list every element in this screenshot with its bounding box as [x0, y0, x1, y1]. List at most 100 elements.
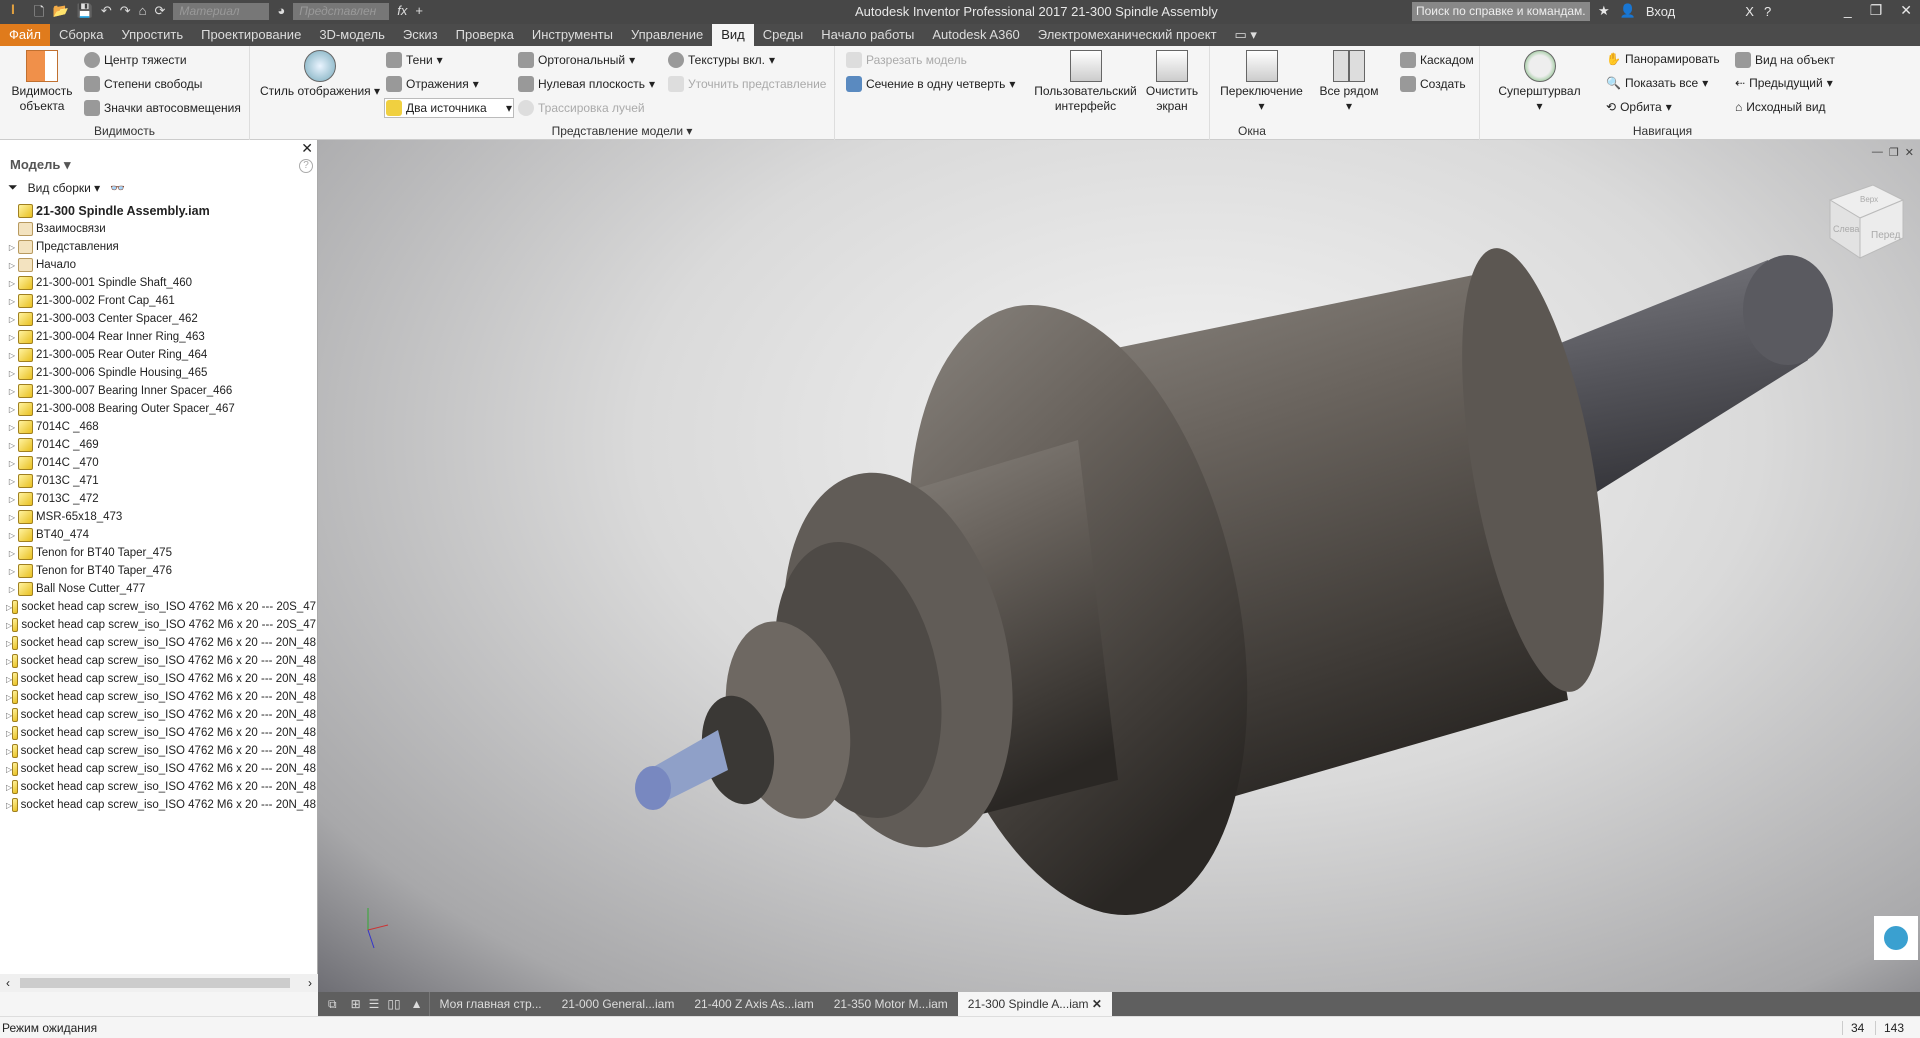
- expand-icon[interactable]: ▷: [6, 459, 18, 468]
- user-interface-button[interactable]: Пользовательский интерфейс: [1033, 46, 1138, 114]
- clean-screen-button[interactable]: Очистить экран: [1142, 46, 1202, 114]
- tree-item[interactable]: ▷ socket head cap screw_iso_ISO 4762 M6 x…: [0, 706, 316, 724]
- quarter-section-button[interactable]: Сечение в одну четверть ▾: [846, 76, 1015, 92]
- tree-item[interactable]: ▷ socket head cap screw_iso_ISO 4762 M6 x…: [0, 796, 316, 814]
- tab-10[interactable]: Среды: [754, 24, 813, 46]
- home-view-button[interactable]: ⌂ Исходный вид: [1735, 100, 1826, 114]
- raytrace-button[interactable]: Трассировка лучей: [518, 100, 645, 116]
- expand-icon[interactable]: ▷: [6, 549, 18, 558]
- help-icon[interactable]: ?: [299, 159, 313, 173]
- object-visibility-button[interactable]: Видимость объекта: [6, 46, 78, 114]
- restore-icon[interactable]: ❐: [1889, 146, 1899, 159]
- open-icon[interactable]: 📂: [52, 3, 68, 25]
- new-window-button[interactable]: Создать: [1400, 76, 1466, 92]
- tree-item[interactable]: ▷ 7013C _472: [0, 490, 316, 508]
- ground-plane-button[interactable]: Нулевая плоскость ▾: [518, 76, 655, 92]
- cascade-button[interactable]: Каскадом: [1400, 52, 1474, 68]
- lighting-select[interactable]: Два источника ▾: [384, 98, 514, 118]
- tab-1[interactable]: Сборка: [50, 24, 113, 46]
- previous-view-button[interactable]: ⇠ Предыдущий ▾: [1735, 76, 1833, 90]
- tab-8[interactable]: Управление: [622, 24, 712, 46]
- material-combo[interactable]: Материал: [173, 3, 270, 20]
- document-tab[interactable]: 21-300 Spindle A...iam ✕: [957, 992, 1112, 1016]
- horizontal-windows-icon[interactable]: ☰: [365, 992, 384, 1016]
- scroll-left-icon[interactable]: ‹: [6, 976, 10, 990]
- find-icon[interactable]: 👓: [110, 181, 125, 195]
- close-tab-icon[interactable]: ✕: [1089, 997, 1102, 1011]
- tree-item[interactable]: ▷ socket head cap screw_iso_ISO 4762 M6 x…: [0, 598, 316, 616]
- tree-item[interactable]: ▷ Начало: [0, 256, 316, 274]
- expand-icon[interactable]: ▷: [6, 567, 18, 576]
- look-at-button[interactable]: Вид на объект: [1735, 52, 1835, 68]
- fx-icon[interactable]: fx: [397, 3, 407, 25]
- half-section-button[interactable]: Разрезать модель: [846, 52, 967, 68]
- tab-12[interactable]: Autodesk A360: [923, 24, 1028, 46]
- tab-2[interactable]: Упростить: [112, 24, 192, 46]
- tab-11[interactable]: Начало работы: [812, 24, 923, 46]
- expand-icon[interactable]: ▷: [6, 423, 18, 432]
- textures-button[interactable]: Текстуры вкл. ▾: [668, 52, 775, 68]
- viewcube-left[interactable]: Слева: [1833, 224, 1859, 234]
- user-icon[interactable]: 👤: [1620, 3, 1636, 19]
- minimize-icon[interactable]: —: [1872, 146, 1883, 159]
- tree-item[interactable]: ▷ 21-300-002 Front Cap_461: [0, 292, 316, 310]
- expand-icon[interactable]: ▷: [6, 333, 18, 342]
- tree-item[interactable]: ▷ socket head cap screw_iso_ISO 4762 M6 x…: [0, 616, 316, 634]
- tree-item[interactable]: ▷ 7014C _468: [0, 418, 316, 436]
- color-wheel-icon[interactable]: ◕: [277, 3, 285, 25]
- tree-item[interactable]: ▷ socket head cap screw_iso_ISO 4762 M6 x…: [0, 778, 316, 796]
- expand-icon[interactable]: ▷: [6, 531, 18, 540]
- sign-in-link[interactable]: Вход: [1646, 4, 1675, 19]
- switch-button[interactable]: Переключение ▾: [1214, 46, 1309, 114]
- cascade-windows-icon[interactable]: ⧉: [318, 992, 347, 1016]
- restore-button[interactable]: ❐: [1870, 2, 1883, 19]
- expand-icon[interactable]: ▷: [6, 495, 18, 504]
- tab-9[interactable]: Вид: [712, 24, 754, 46]
- horizontal-scrollbar[interactable]: ‹ ›: [0, 974, 318, 992]
- expand-icon[interactable]: ▷: [6, 585, 18, 594]
- tree-item[interactable]: ▷ Ball Nose Cutter_477: [0, 580, 316, 598]
- help-icon[interactable]: ?: [1764, 4, 1771, 19]
- refine-button[interactable]: Уточнить представление: [668, 76, 826, 92]
- 3d-viewport[interactable]: Верх Перед Слева — ❐ ✕: [318, 140, 1920, 992]
- tree-item[interactable]: ▷ Представления: [0, 238, 316, 256]
- orbit-button[interactable]: ⟲ Орбита ▾: [1606, 100, 1672, 114]
- tree-item[interactable]: ▷ BT40_474: [0, 526, 316, 544]
- scroll-thumb[interactable]: [20, 978, 290, 988]
- tab-7[interactable]: Инструменты: [523, 24, 622, 46]
- tree-item[interactable]: Взаимосвязи: [0, 220, 316, 238]
- tree-item[interactable]: ▷ 21-300-003 Center Spacer_462: [0, 310, 316, 328]
- visual-style-button[interactable]: Стиль отображения ▾: [260, 46, 380, 99]
- tree-item[interactable]: ▷ 21-300-005 Rear Outer Ring_464: [0, 346, 316, 364]
- dof-button[interactable]: Степени свободы: [84, 76, 202, 92]
- tab-6[interactable]: Проверка: [447, 24, 523, 46]
- plus-icon[interactable]: +: [415, 3, 423, 25]
- steering-wheel-button[interactable]: Суперштурвал ▾: [1492, 46, 1587, 114]
- vertical-windows-icon[interactable]: ▯▯: [383, 992, 404, 1016]
- expand-icon[interactable]: ▷: [6, 405, 18, 414]
- tree-item[interactable]: ▷ 7014C _470: [0, 454, 316, 472]
- expand-icon[interactable]: ▷: [6, 369, 18, 378]
- browser-title[interactable]: Модель ▾: [0, 140, 317, 172]
- reflections-button[interactable]: Отражения ▾: [386, 76, 479, 92]
- tree-item[interactable]: 21-300 Spindle Assembly.iam: [0, 202, 316, 220]
- scroll-right-icon[interactable]: ›: [308, 976, 312, 990]
- minimize-button[interactable]: _: [1844, 2, 1852, 19]
- help-search-input[interactable]: Поиск по справке и командам.: [1412, 2, 1590, 21]
- tab-4[interactable]: 3D-модель: [310, 24, 394, 46]
- expand-icon[interactable]: ▷: [6, 477, 18, 486]
- viewcube-top[interactable]: Верх: [1860, 195, 1878, 204]
- new-icon[interactable]: 🗋: [34, 3, 44, 25]
- home-icon[interactable]: ⌂: [139, 3, 147, 25]
- undo-icon[interactable]: ↶: [101, 3, 112, 25]
- document-tab[interactable]: Моя главная стр...: [430, 992, 552, 1016]
- tree-item[interactable]: ▷ 21-300-007 Bearing Inner Spacer_466: [0, 382, 316, 400]
- tree-item[interactable]: ▷ socket head cap screw_iso_ISO 4762 M6 x…: [0, 652, 316, 670]
- tree-item[interactable]: ▷ 21-300-006 Spindle Housing_465: [0, 364, 316, 382]
- close-button[interactable]: ✕: [1900, 2, 1912, 19]
- expand-icon[interactable]: ▷: [6, 441, 18, 450]
- pan-button[interactable]: ✋ Панорамировать: [1606, 52, 1720, 66]
- tab-3[interactable]: Проектирование: [192, 24, 310, 46]
- document-tab[interactable]: 21-350 Motor M...iam: [824, 992, 958, 1016]
- expand-icon[interactable]: ▷: [6, 351, 18, 360]
